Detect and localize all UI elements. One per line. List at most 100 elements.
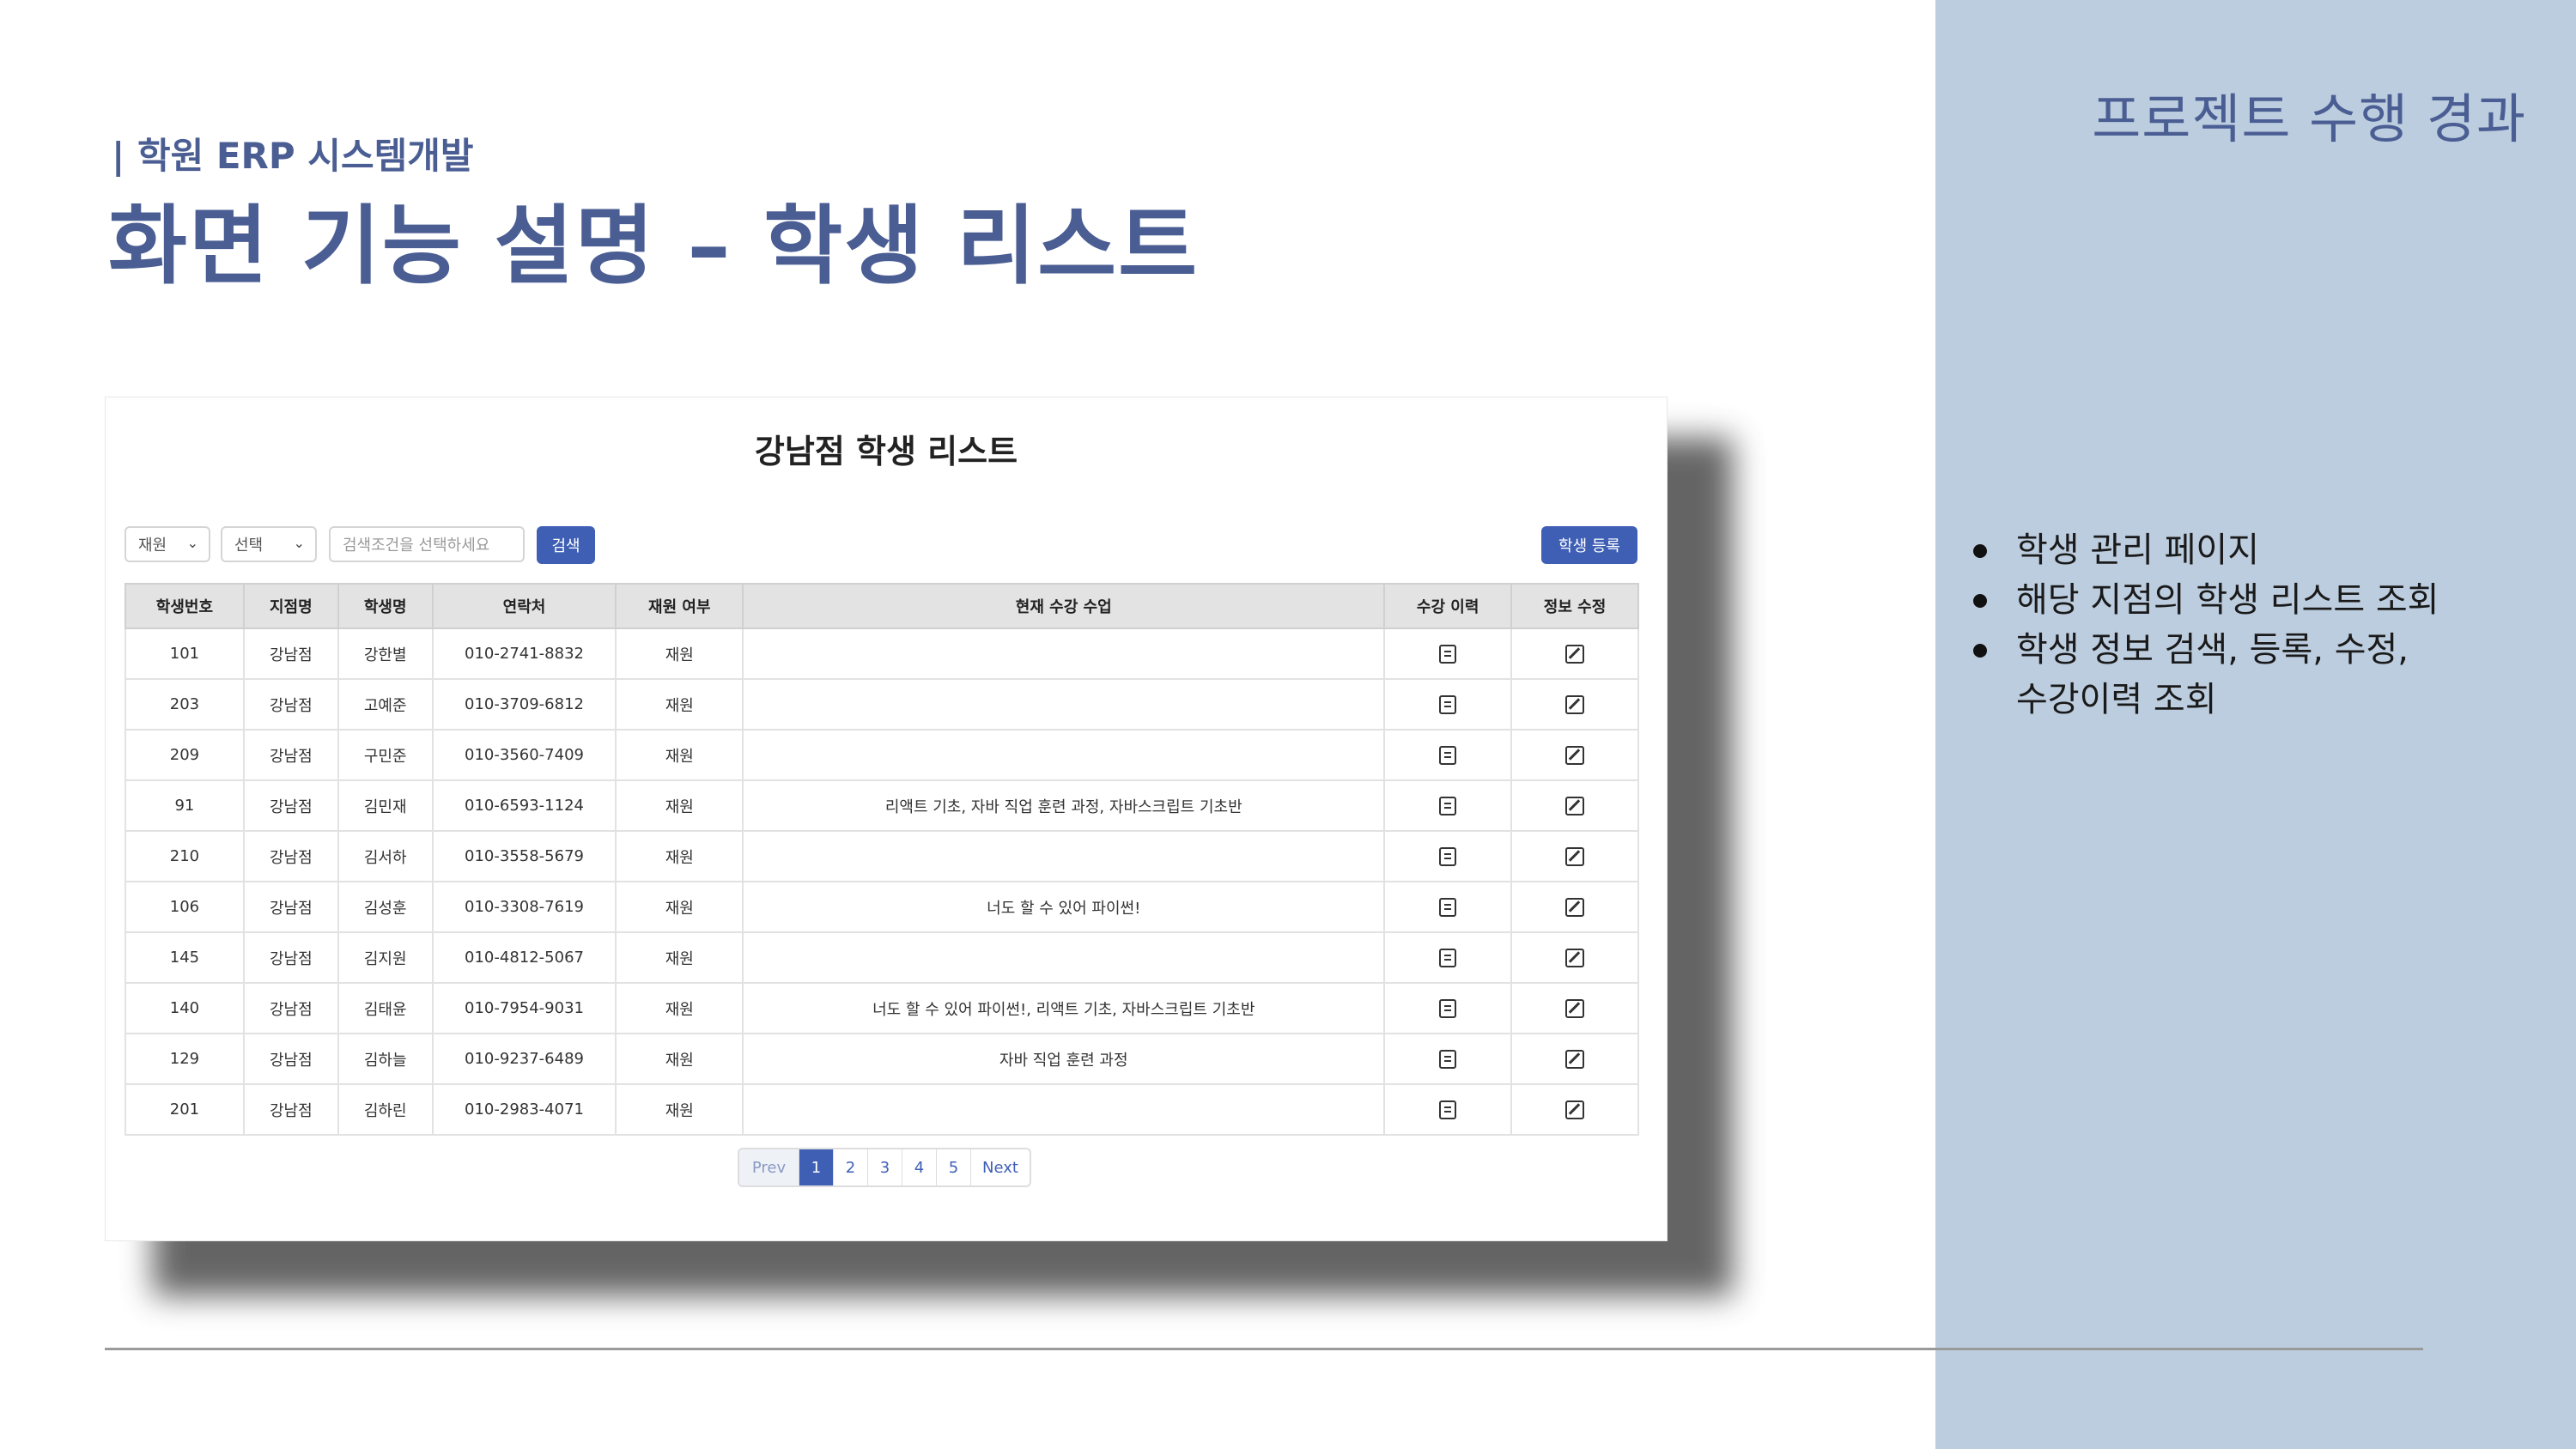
cell-status: 재원: [615, 1083, 744, 1136]
cell-courses: [742, 678, 1386, 731]
cell-status: 재원: [615, 627, 744, 680]
edit-cell: [1510, 1033, 1639, 1085]
bullet-item: 해당 지점의 학생 리스트 조회: [1970, 575, 2439, 625]
history-cell: [1383, 627, 1513, 680]
history-cell: [1383, 982, 1513, 1034]
edit-cell: [1510, 678, 1639, 731]
history-cell: [1383, 1033, 1513, 1085]
document-icon[interactable]: [1439, 694, 1457, 714]
cell-status: 재원: [615, 729, 744, 781]
document-icon[interactable]: [1439, 1100, 1457, 1119]
search-button[interactable]: 검색: [537, 526, 595, 564]
page-button-3[interactable]: 3: [868, 1149, 902, 1185]
document-icon[interactable]: [1439, 796, 1457, 815]
cell-id: 140: [125, 982, 245, 1034]
register-student-button[interactable]: 학생 등록: [1541, 526, 1637, 564]
column-header: 수강 이력: [1383, 583, 1513, 629]
document-icon[interactable]: [1439, 948, 1457, 967]
document-icon[interactable]: [1439, 846, 1457, 866]
status-select[interactable]: 재원 ⌄: [125, 526, 210, 562]
bullet-dot-icon: [1973, 544, 1987, 558]
edit-icon[interactable]: [1565, 897, 1585, 917]
column-header: 연락처: [431, 583, 617, 629]
screen-title: 강남점 학생 리스트: [754, 433, 1018, 470]
document-icon[interactable]: [1439, 1049, 1457, 1069]
edit-icon[interactable]: [1565, 948, 1585, 967]
page-button-5[interactable]: 5: [937, 1149, 971, 1185]
cell-status: 재원: [615, 830, 744, 882]
edit-icon[interactable]: [1565, 998, 1585, 1018]
table-row: 129 강남점 김하늘 010-9237-6489 재원 자바 직업 훈련 과정: [125, 1033, 1639, 1085]
document-icon[interactable]: [1439, 998, 1457, 1018]
history-cell: [1383, 1083, 1513, 1136]
page-button-4[interactable]: 4: [902, 1149, 937, 1185]
search-input[interactable]: 검색조건을 선택하세요: [329, 526, 525, 562]
table-row: 209 강남점 구민준 010-3560-7409 재원: [125, 729, 1639, 781]
cell-courses: [742, 830, 1386, 882]
page-button-1[interactable]: 1: [799, 1149, 834, 1185]
history-cell: [1383, 779, 1513, 832]
table-header-row: 학생번호 지점명 학생명 연락처 재원 여부 현재 수강 수업 수강 이력 정보…: [125, 583, 1639, 629]
cell-courses: [742, 931, 1386, 984]
table-row: 101 강남점 강한별 010-2741-8832 재원: [125, 627, 1639, 680]
history-cell: [1383, 678, 1513, 731]
cell-name: 김지원: [337, 931, 434, 984]
column-header: 학생명: [337, 583, 434, 629]
next-page-button[interactable]: Next: [971, 1149, 1030, 1185]
bullet-dot-icon: [1973, 644, 1987, 658]
edit-cell: [1510, 982, 1639, 1034]
edit-cell: [1510, 627, 1639, 680]
cell-phone: 010-4812-5067: [431, 931, 617, 984]
cell-status: 재원: [615, 982, 744, 1034]
history-cell: [1383, 931, 1513, 984]
panel-title: 프로젝트 수행 경과: [2092, 88, 2526, 150]
cell-branch: 강남점: [242, 779, 339, 832]
prev-page-button[interactable]: Prev: [739, 1149, 799, 1185]
edit-icon[interactable]: [1565, 1100, 1585, 1119]
cell-phone: 010-6593-1124: [431, 779, 617, 832]
search-field-select[interactable]: 선택 ⌄: [221, 526, 317, 562]
cell-id: 203: [125, 678, 245, 731]
cell-name: 구민준: [337, 729, 434, 781]
table-body: 101 강남점 강한별 010-2741-8832 재원 203 강남점 고예준 010-370…: [125, 627, 1639, 1136]
chevron-down-icon: ⌄: [186, 535, 198, 551]
cell-phone: 010-2741-8832: [431, 627, 617, 680]
cell-name: 김서하: [337, 830, 434, 882]
slide-title: 화면 기능 설명 – 학생 리스트: [108, 196, 1200, 296]
edit-icon[interactable]: [1565, 644, 1585, 664]
document-icon[interactable]: [1439, 897, 1457, 917]
cell-id: 129: [125, 1033, 245, 1085]
cell-courses: [742, 1083, 1386, 1136]
document-icon[interactable]: [1439, 745, 1457, 765]
cell-status: 재원: [615, 678, 744, 731]
cell-branch: 강남점: [242, 678, 339, 731]
cell-phone: 010-9237-6489: [431, 1033, 617, 1085]
cell-courses: 리액트 기초, 자바 직업 훈련 과정, 자바스크립트 기초반: [742, 779, 1386, 832]
cell-phone: 010-3709-6812: [431, 678, 617, 731]
edit-icon[interactable]: [1565, 1049, 1585, 1069]
table-row: 91 강남점 김민재 010-6593-1124 재원 리액트 기초, 자바 직업 훈련 …: [125, 779, 1639, 832]
bullet-dot-icon: [1973, 594, 1987, 608]
student-list-screenshot: 강남점 학생 리스트 재원 ⌄ 선택 ⌄ 검색조건을 선택하세요 검색 학생 등…: [105, 397, 1668, 1241]
document-icon[interactable]: [1439, 644, 1457, 664]
column-header: 정보 수정: [1510, 583, 1639, 629]
cell-id: 101: [125, 627, 245, 680]
cell-name: 김성훈: [337, 881, 434, 933]
cell-courses: 너도 할 수 있어 파이썬!: [742, 881, 1386, 933]
cell-status: 재원: [615, 881, 744, 933]
right-panel: 프로젝트 수행 경과: [1935, 0, 2576, 1449]
edit-icon[interactable]: [1565, 745, 1585, 765]
pagination: Prev 1 2 3 4 5 Next: [738, 1148, 1031, 1187]
edit-icon[interactable]: [1565, 846, 1585, 866]
column-header: 재원 여부: [615, 583, 744, 629]
edit-icon[interactable]: [1565, 694, 1585, 714]
cell-id: 91: [125, 779, 245, 832]
edit-cell: [1510, 931, 1639, 984]
chevron-down-icon: ⌄: [293, 535, 305, 551]
page-button-2[interactable]: 2: [834, 1149, 868, 1185]
edit-icon[interactable]: [1565, 796, 1585, 815]
cell-courses: 자바 직업 훈련 과정: [742, 1033, 1386, 1085]
cell-branch: 강남점: [242, 881, 339, 933]
edit-cell: [1510, 1083, 1639, 1136]
student-table: 학생번호 지점명 학생명 연락처 재원 여부 현재 수강 수업 수강 이력 정보…: [125, 583, 1639, 1136]
